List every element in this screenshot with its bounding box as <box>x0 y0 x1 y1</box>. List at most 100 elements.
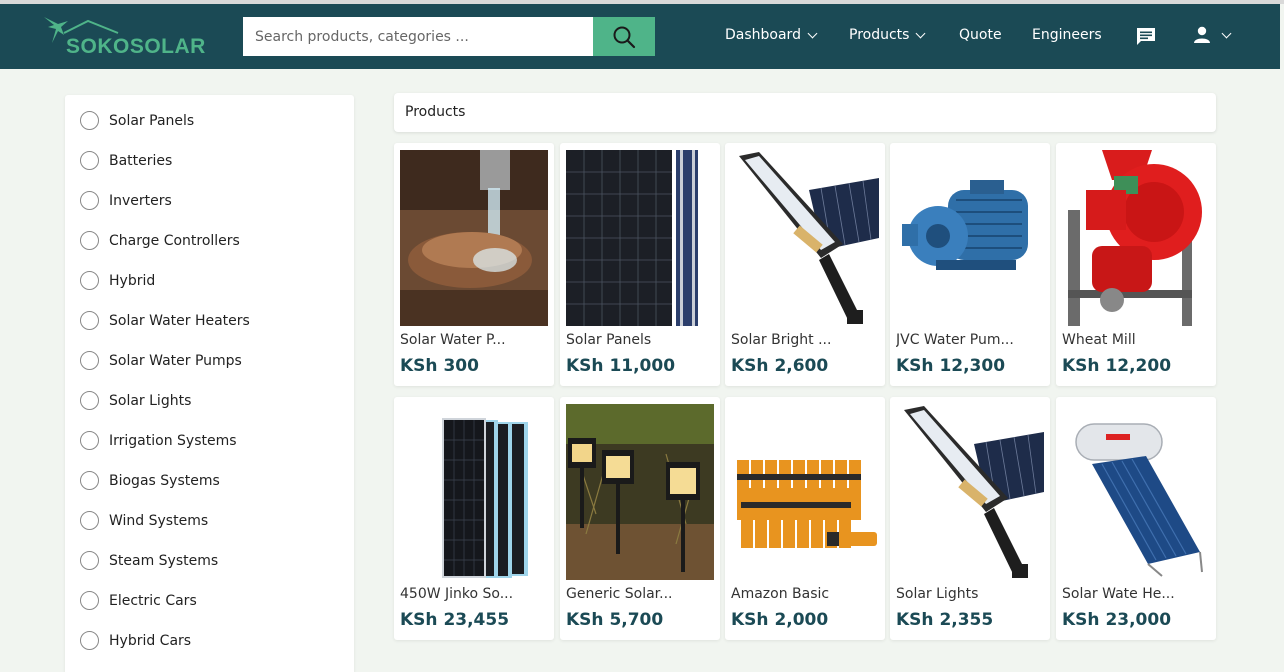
product-card[interactable]: Generic Solar... KSh 5,700 <box>560 397 720 640</box>
radio-button[interactable] <box>80 511 99 530</box>
product-name: Wheat Mill <box>1062 332 1136 348</box>
products-header: Products <box>394 93 1216 132</box>
product-name: Solar Lights <box>896 586 979 602</box>
product-card[interactable]: Solar Wate He... KSh 23,000 <box>1056 397 1216 640</box>
category-label: Steam Systems <box>109 552 219 569</box>
chevron-down-icon <box>916 28 926 38</box>
product-price: KSh 2,600 <box>731 356 829 376</box>
product-name: JVC Water Pum... <box>896 332 1014 348</box>
category-biogas-systems[interactable]: Biogas Systems <box>80 471 220 490</box>
nav-engineers[interactable]: Engineers <box>1032 27 1102 43</box>
radio-button[interactable] <box>80 311 99 330</box>
user-menu[interactable] <box>1193 26 1232 44</box>
garden-lights-image <box>566 404 714 580</box>
brand-logo[interactable]: SOKOSOLAR <box>42 15 205 59</box>
product-name: 450W Jinko So... <box>400 586 514 602</box>
category-sidebar: Solar Panels Batteries Inverters Charge … <box>65 95 354 672</box>
category-label: Solar Lights <box>109 392 192 409</box>
category-wind-systems[interactable]: Wind Systems <box>80 511 208 530</box>
product-name: Amazon Basic <box>731 586 830 602</box>
navbar: SOKOSOLAR Dashboard Products Quote Engin… <box>0 4 1280 69</box>
category-label: Wind Systems <box>109 512 209 529</box>
category-inverters[interactable]: Inverters <box>80 191 172 210</box>
nav-products[interactable]: Products <box>849 27 926 43</box>
wheat-mill-image <box>1062 150 1210 326</box>
product-card[interactable]: Amazon Basic KSh 2,000 <box>725 397 885 640</box>
user-icon <box>1194 26 1210 43</box>
category-label: Solar Panels <box>109 112 195 129</box>
brand-name: SOKOSOLAR <box>66 35 206 58</box>
search-button[interactable] <box>593 17 655 56</box>
category-solar-panels[interactable]: Solar Panels <box>80 111 194 130</box>
product-card[interactable]: Solar Bright ... KSh 2,600 <box>725 143 885 386</box>
product-name: Solar Panels <box>566 332 652 348</box>
street-light-image <box>896 404 1044 580</box>
radio-button[interactable] <box>80 231 99 250</box>
category-label: Inverters <box>109 192 172 209</box>
product-price: KSh 23,455 <box>400 610 510 630</box>
nav-quote[interactable]: Quote <box>959 27 1002 43</box>
product-card[interactable]: Solar Water P... KSh 300 <box>394 143 554 386</box>
category-solar-lights[interactable]: Solar Lights <box>80 391 191 410</box>
product-name: Solar Water P... <box>400 332 506 348</box>
category-label: Electric Cars <box>109 592 197 609</box>
product-price: KSh 5,700 <box>566 610 664 630</box>
search-icon <box>613 26 636 48</box>
chevron-down-icon <box>807 28 818 38</box>
product-card[interactable]: Solar Panels KSh 11,000 <box>560 143 720 386</box>
water-heater-image <box>1062 404 1210 580</box>
category-electric-cars[interactable]: Electric Cars <box>80 591 197 610</box>
product-card[interactable]: 450W Jinko So... KSh 23,455 <box>394 397 554 640</box>
product-card[interactable]: JVC Water Pum... KSh 12,300 <box>890 143 1050 386</box>
product-name: Generic Solar... <box>566 586 673 602</box>
category-label: Solar Water Pumps <box>109 352 242 369</box>
nav-dashboard-label: Dashboard <box>725 27 801 43</box>
category-label: Irrigation Systems <box>109 432 237 449</box>
radio-button[interactable] <box>80 471 99 490</box>
products-heading: Products <box>405 104 466 120</box>
nav-engineers-label: Engineers <box>1032 27 1102 43</box>
radio-button[interactable] <box>80 351 99 370</box>
radio-button[interactable] <box>80 551 99 570</box>
radio-button[interactable] <box>80 431 99 450</box>
radio-button[interactable] <box>80 151 99 170</box>
product-name: Solar Wate He... <box>1062 586 1175 602</box>
product-price: KSh 23,000 <box>1062 610 1172 630</box>
nav-products-label: Products <box>849 27 910 43</box>
product-price: KSh 300 <box>400 356 479 376</box>
radio-button[interactable] <box>80 271 99 290</box>
radio-button[interactable] <box>80 111 99 130</box>
category-charge-controllers[interactable]: Charge Controllers <box>80 231 240 250</box>
product-price: KSh 2,355 <box>896 610 994 630</box>
chat-icon[interactable] <box>1136 27 1156 46</box>
water-pump-image <box>896 150 1044 326</box>
radio-button[interactable] <box>80 191 99 210</box>
radio-button[interactable] <box>80 591 99 610</box>
radio-button[interactable] <box>80 391 99 410</box>
panel-stack-image <box>400 404 548 580</box>
product-price: KSh 11,000 <box>566 356 676 376</box>
radio-button[interactable] <box>80 631 99 650</box>
category-irrigation-systems[interactable]: Irrigation Systems <box>80 431 237 450</box>
category-label: Batteries <box>109 152 173 169</box>
category-label: Solar Water Heaters <box>109 312 250 329</box>
search-input[interactable] <box>243 17 593 56</box>
nav-dashboard[interactable]: Dashboard <box>725 27 818 43</box>
category-hybrid-cars[interactable]: Hybrid Cars <box>80 631 191 650</box>
category-steam-systems[interactable]: Steam Systems <box>80 551 218 570</box>
category-label: Hybrid Cars <box>109 632 192 649</box>
chevron-down-icon <box>1221 28 1232 38</box>
category-hybrid[interactable]: Hybrid <box>80 271 155 290</box>
category-solar-water-pumps[interactable]: Solar Water Pumps <box>80 351 242 370</box>
product-card[interactable]: Solar Lights KSh 2,355 <box>890 397 1050 640</box>
product-price: KSh 12,300 <box>896 356 1006 376</box>
product-name: Solar Bright ... <box>731 332 832 348</box>
category-label: Biogas Systems <box>109 472 220 489</box>
product-price: KSh 12,200 <box>1062 356 1172 376</box>
product-card[interactable]: Wheat Mill KSh 12,200 <box>1056 143 1216 386</box>
nav-quote-label: Quote <box>959 27 1002 43</box>
street-light-image <box>731 150 879 326</box>
solar-panel-image <box>566 150 714 326</box>
category-batteries[interactable]: Batteries <box>80 151 172 170</box>
category-solar-water-heaters[interactable]: Solar Water Heaters <box>80 311 250 330</box>
